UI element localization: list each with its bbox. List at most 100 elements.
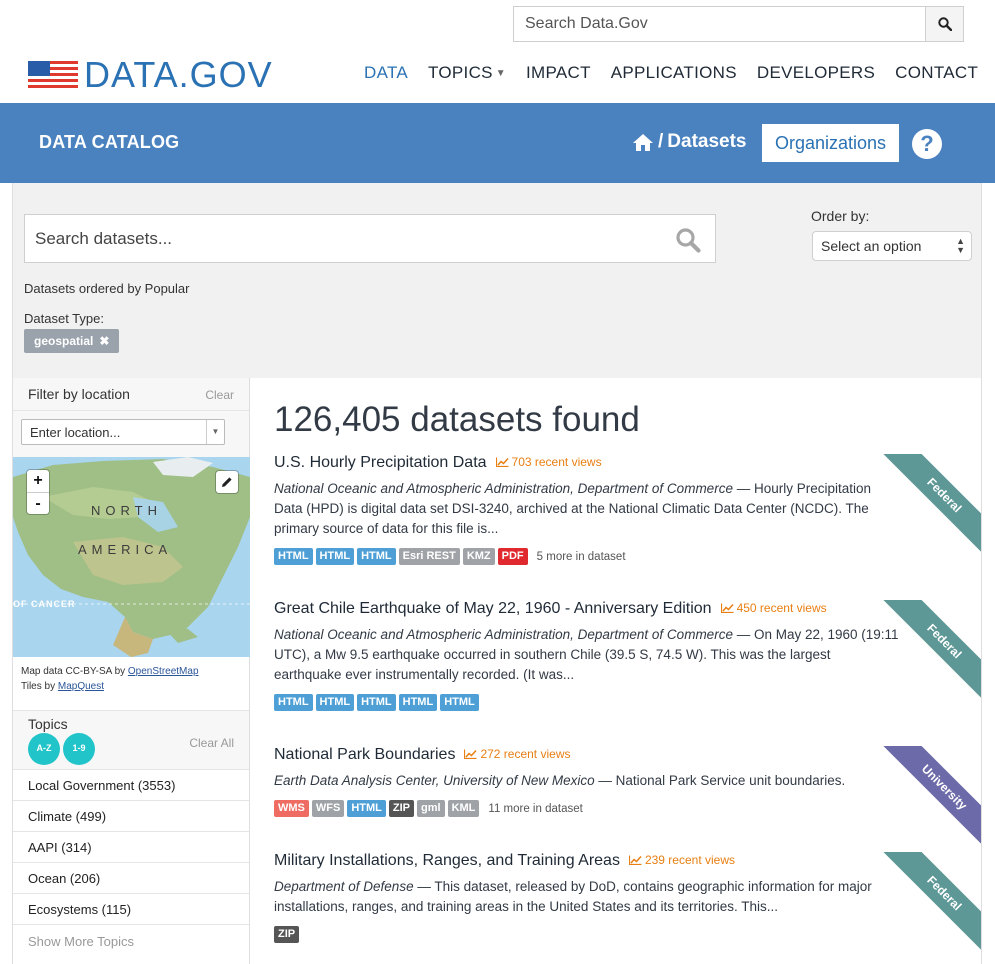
- topic-ocean[interactable]: Ocean (206): [13, 863, 249, 894]
- dataset-summary: — National Park Service unit boundaries.: [594, 773, 846, 788]
- filter-sidebar: Filter by location Clear Enter location.…: [12, 378, 250, 964]
- dataset-org: National Oceanic and Atmospheric Adminis…: [274, 627, 733, 642]
- order-by-value: Select an option: [821, 238, 922, 254]
- home-icon[interactable]: [632, 133, 654, 152]
- recent-views: 239 recent views: [628, 853, 735, 867]
- dataset-title[interactable]: National Park Boundaries: [274, 746, 455, 764]
- format-badge[interactable]: PDF: [497, 548, 528, 565]
- recent-views: 272 recent views: [464, 747, 570, 761]
- pencil-icon[interactable]: [216, 471, 238, 493]
- ribbon-label: Federal: [881, 852, 981, 957]
- trend-chart-icon: [628, 855, 642, 865]
- remove-icon[interactable]: ✖: [99, 334, 109, 348]
- dataset-title[interactable]: U.S. Hourly Precipitation Data: [274, 454, 487, 472]
- trend-chart-icon: [464, 749, 477, 759]
- format-badge[interactable]: HTML: [357, 694, 396, 711]
- dataset-title[interactable]: Military Installations, Ranges, and Trai…: [274, 852, 620, 870]
- trend-chart-icon: [720, 603, 734, 613]
- show-more-topics[interactable]: Show More Topics: [13, 925, 249, 959]
- format-badge[interactable]: HTML: [440, 694, 479, 711]
- map-data-text: Map data CC-BY-SA by: [21, 666, 128, 677]
- location-input[interactable]: Enter location... ▼: [21, 419, 225, 445]
- ribbon-label: Federal: [881, 600, 981, 705]
- zoom-in-button[interactable]: +: [27, 470, 49, 492]
- mapquest-link[interactable]: MapQuest: [58, 681, 104, 692]
- logo-text: DATA.GOV: [84, 54, 273, 95]
- breadcrumb-datasets[interactable]: Datasets: [667, 131, 746, 153]
- dataset-description: Department of Defense — This dataset, re…: [274, 877, 899, 917]
- results-panel: 126,405 datasets found U.S. Hourly Preci…: [250, 378, 982, 964]
- nav-developers[interactable]: DEVELOPERS: [747, 58, 885, 103]
- map-label-america: AMERICA: [78, 542, 173, 557]
- format-badge[interactable]: KMZ: [462, 548, 495, 565]
- format-badge[interactable]: WFS: [311, 800, 345, 817]
- datagov-logo[interactable]: DATA.GOV: [28, 56, 273, 94]
- more-in-dataset[interactable]: 5 more in dataset: [537, 551, 626, 563]
- topics-clear-all[interactable]: Clear All: [189, 736, 234, 750]
- help-icon[interactable]: ?: [912, 129, 942, 159]
- format-badge[interactable]: HTML: [274, 694, 313, 711]
- dataset-search-input[interactable]: Search datasets...: [24, 214, 716, 263]
- nav-topics-label: TOPICS: [428, 63, 493, 82]
- more-in-dataset[interactable]: 11 more in dataset: [488, 803, 582, 815]
- topic-climate[interactable]: Climate (499): [13, 801, 249, 832]
- format-badge[interactable]: WMS: [274, 800, 309, 817]
- dropdown-arrow-icon[interactable]: ▼: [206, 420, 224, 444]
- recent-views-label: 239 recent views: [644, 853, 735, 867]
- site-header: Search Data.Gov DATA.GOV DATA TOPICS ▼ IM…: [0, 0, 995, 116]
- topic-ecosystems[interactable]: Ecosystems (115): [13, 894, 249, 925]
- topic-aapi[interactable]: AAPI (314): [13, 832, 249, 863]
- format-badge[interactable]: HTML: [347, 800, 386, 817]
- openstreetmap-link[interactable]: OpenStreetMap: [128, 666, 199, 677]
- format-badge[interactable]: gml: [417, 800, 445, 817]
- sort-19-button[interactable]: 1-9: [63, 733, 95, 765]
- location-map[interactable]: + - NORTH AMERICA OF CANCER: [13, 457, 250, 657]
- format-badge[interactable]: ZIP: [274, 926, 300, 943]
- updown-arrows-icon: ▲ ▼: [956, 236, 965, 255]
- breadcrumb-separator: /: [658, 131, 664, 152]
- format-badge[interactable]: HTML: [315, 694, 355, 711]
- format-badge[interactable]: ZIP: [388, 800, 415, 817]
- results-count: 126,405 datasets found: [274, 400, 640, 439]
- site-search-button[interactable]: [925, 7, 963, 41]
- topic-local-government[interactable]: Local Government (3553): [13, 770, 249, 801]
- dataset-description: National Oceanic and Atmospheric Adminis…: [274, 479, 899, 539]
- dataset-item: National Park Boundaries 272 recent view…: [274, 746, 974, 817]
- map-label-north: NORTH: [91, 503, 162, 518]
- nav-topics[interactable]: TOPICS ▼: [418, 58, 516, 103]
- map-label-cancer: OF CANCER: [13, 599, 76, 609]
- location-clear-link[interactable]: Clear: [205, 388, 234, 402]
- nav-applications[interactable]: APPLICATIONS: [601, 58, 747, 103]
- order-by-select[interactable]: Select an option ▲ ▼: [812, 231, 972, 261]
- format-badge[interactable]: KML: [447, 800, 480, 817]
- dataset-item: U.S. Hourly Precipitation Data 703 recen…: [274, 454, 974, 565]
- filter-pill-geospatial[interactable]: geospatial ✖: [24, 329, 120, 353]
- format-badges: ZIP: [274, 926, 974, 943]
- caret-down-icon: ▼: [495, 67, 506, 79]
- format-badge[interactable]: HTML: [357, 548, 396, 565]
- zoom-out-button[interactable]: -: [27, 492, 49, 514]
- ribbon-federal: Federal: [871, 600, 981, 710]
- format-badge[interactable]: HTML: [398, 694, 438, 711]
- format-badges: HTML HTML HTML HTML HTML: [274, 694, 974, 711]
- search-icon[interactable]: [675, 227, 701, 253]
- format-badge[interactable]: HTML: [315, 548, 355, 565]
- ordered-by-text: Datasets ordered by Popular: [24, 281, 190, 296]
- nav-data[interactable]: DATA: [354, 58, 419, 116]
- format-badge[interactable]: Esri REST: [398, 548, 460, 565]
- format-badges: WMS WFS HTML ZIP gml KML 11 more in data…: [274, 800, 974, 817]
- dataset-title[interactable]: Great Chile Earthquake of May 22, 1960 -…: [274, 600, 712, 618]
- recent-views-label: 450 recent views: [736, 601, 827, 615]
- organizations-button[interactable]: Organizations: [762, 124, 899, 162]
- tiles-text: Tiles by: [21, 681, 58, 692]
- trend-chart-icon: [495, 457, 509, 467]
- nav-impact[interactable]: IMPACT: [516, 58, 601, 103]
- format-badge[interactable]: HTML: [274, 548, 313, 565]
- topics-title: Topics: [28, 716, 68, 732]
- nav-contact[interactable]: CONTACT: [885, 58, 988, 103]
- topics-header: Topics A-Z 1-9 Clear All: [13, 710, 249, 770]
- site-search-input[interactable]: Search Data.Gov: [514, 7, 925, 41]
- location-input-wrap: Enter location... ▼: [13, 411, 249, 457]
- location-placeholder: Enter location...: [30, 425, 121, 440]
- sort-az-button[interactable]: A-Z: [28, 733, 60, 765]
